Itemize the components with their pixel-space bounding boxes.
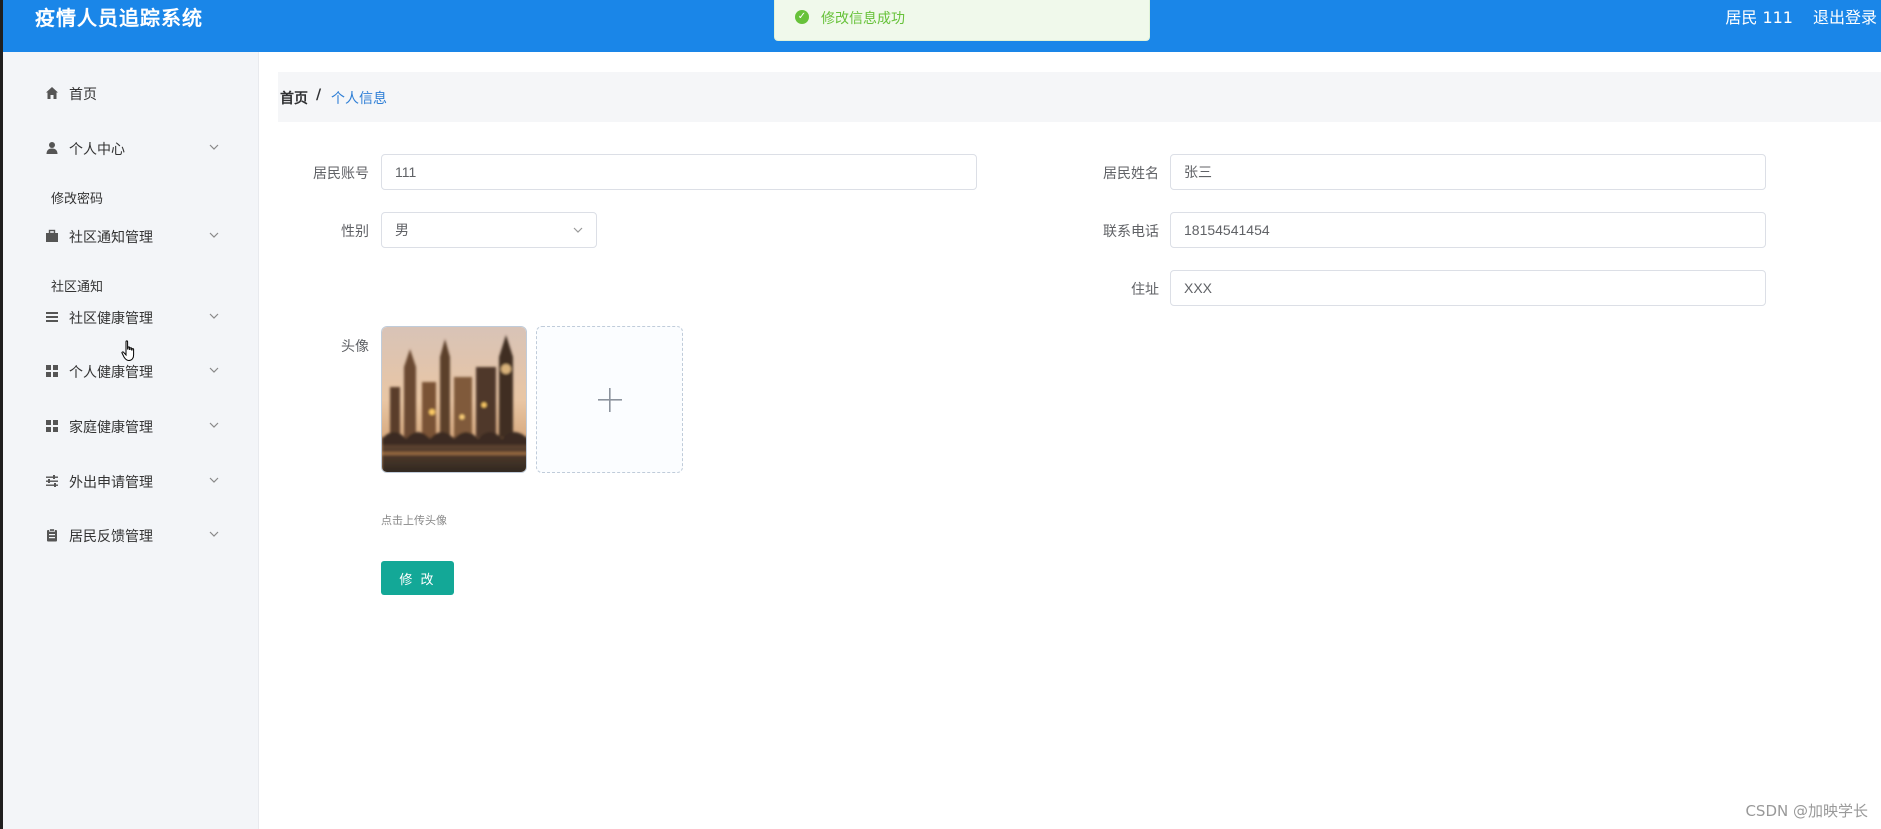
upload-hint: 点击上传头像 (381, 514, 447, 527)
sidebar-item-label: 社区通知管理 (69, 230, 153, 246)
avatar-label: 头像 (341, 339, 369, 355)
sidebar: 首页 个人中心 修改密码 社区通知管理 社区通知 社区健康管理 个人健康管理 家… (3, 52, 259, 829)
sidebar-item-label: 居民反馈管理 (69, 529, 153, 545)
briefcase-icon (46, 229, 58, 242)
user-icon (46, 142, 58, 154)
phone-field[interactable]: 18154541454 (1170, 212, 1766, 248)
sidebar-item-label: 社区通知 (51, 280, 104, 295)
avatar-upload-button[interactable] (536, 326, 683, 473)
sidebar-item-label: 首页 (69, 87, 97, 103)
chevron-down-icon (209, 144, 219, 150)
sidebar-item-outing-application-mgmt[interactable]: 外出申请管理 (3, 461, 259, 501)
sidebar-subitem-change-password[interactable]: 修改密码 (3, 184, 259, 210)
sidebar-item-family-health-mgmt[interactable]: 家庭健康管理 (3, 406, 259, 446)
chevron-down-icon (209, 313, 219, 319)
submit-button[interactable]: 修 改 (381, 561, 454, 595)
chevron-down-icon (573, 227, 583, 233)
breadcrumb-current: 个人信息 (331, 91, 387, 107)
breadcrumb: 首页 / 个人信息 (278, 72, 1881, 122)
toast-message: 修改信息成功 (821, 11, 905, 27)
chevron-down-icon (209, 531, 219, 537)
hand-pointer-cursor-icon (121, 340, 135, 362)
sidebar-item-label: 社区健康管理 (69, 311, 153, 327)
grid-icon (46, 365, 58, 377)
sidebar-item-label: 外出申请管理 (69, 475, 153, 491)
grid-icon (46, 420, 58, 432)
account-field[interactable]: 111 (381, 154, 977, 190)
sidebar-item-label: 修改密码 (51, 192, 104, 207)
chevron-down-icon (209, 367, 219, 373)
sidebar-item-resident-feedback-mgmt[interactable]: 居民反馈管理 (3, 515, 259, 555)
gender-label: 性别 (341, 224, 369, 240)
app-title: 疫情人员追踪系统 (35, 6, 203, 30)
breadcrumb-home[interactable]: 首页 (280, 88, 308, 108)
gender-select-value: 男 (395, 222, 409, 238)
check-circle-icon: ✓ (795, 10, 809, 24)
address-label: 住址 (1131, 282, 1159, 298)
chevron-down-icon (209, 422, 219, 428)
sidebar-item-personal-center[interactable]: 个人中心 (3, 128, 259, 168)
sidebar-item-label: 个人健康管理 (69, 365, 153, 381)
plus-icon (598, 388, 622, 412)
sidebar-subitem-community-notice[interactable]: 社区通知 (3, 272, 259, 298)
sidebar-item-community-notice-mgmt[interactable]: 社区通知管理 (3, 216, 259, 256)
chevron-down-icon (209, 477, 219, 483)
sidebar-item-community-health-mgmt[interactable]: 社区健康管理 (3, 297, 259, 337)
address-field[interactable]: XXX (1170, 270, 1766, 306)
clipboard-icon (47, 528, 57, 542)
current-user-label: 居民 111 (1725, 8, 1793, 27)
sidebar-item-home[interactable]: 首页 (3, 73, 259, 113)
avatar-thumbnail[interactable] (381, 326, 527, 473)
sidebar-item-label: 家庭健康管理 (69, 420, 153, 436)
name-label: 居民姓名 (1103, 166, 1159, 182)
watermark: CSDN @加映学长 (1745, 802, 1868, 820)
avatar-image (382, 327, 526, 472)
name-field[interactable]: 张三 (1170, 154, 1766, 190)
logout-link[interactable]: 退出登录 (1813, 4, 1877, 28)
chevron-down-icon (209, 232, 219, 238)
sidebar-item-label: 个人中心 (69, 142, 125, 158)
gender-select[interactable]: 男 (381, 212, 597, 248)
list-icon (46, 312, 58, 322)
account-label: 居民账号 (313, 166, 369, 182)
phone-label: 联系电话 (1103, 224, 1159, 240)
home-icon (46, 87, 58, 99)
breadcrumb-separator: / (316, 87, 322, 103)
success-toast: ✓ 修改信息成功 (774, 0, 1150, 41)
sliders-icon (46, 475, 58, 487)
